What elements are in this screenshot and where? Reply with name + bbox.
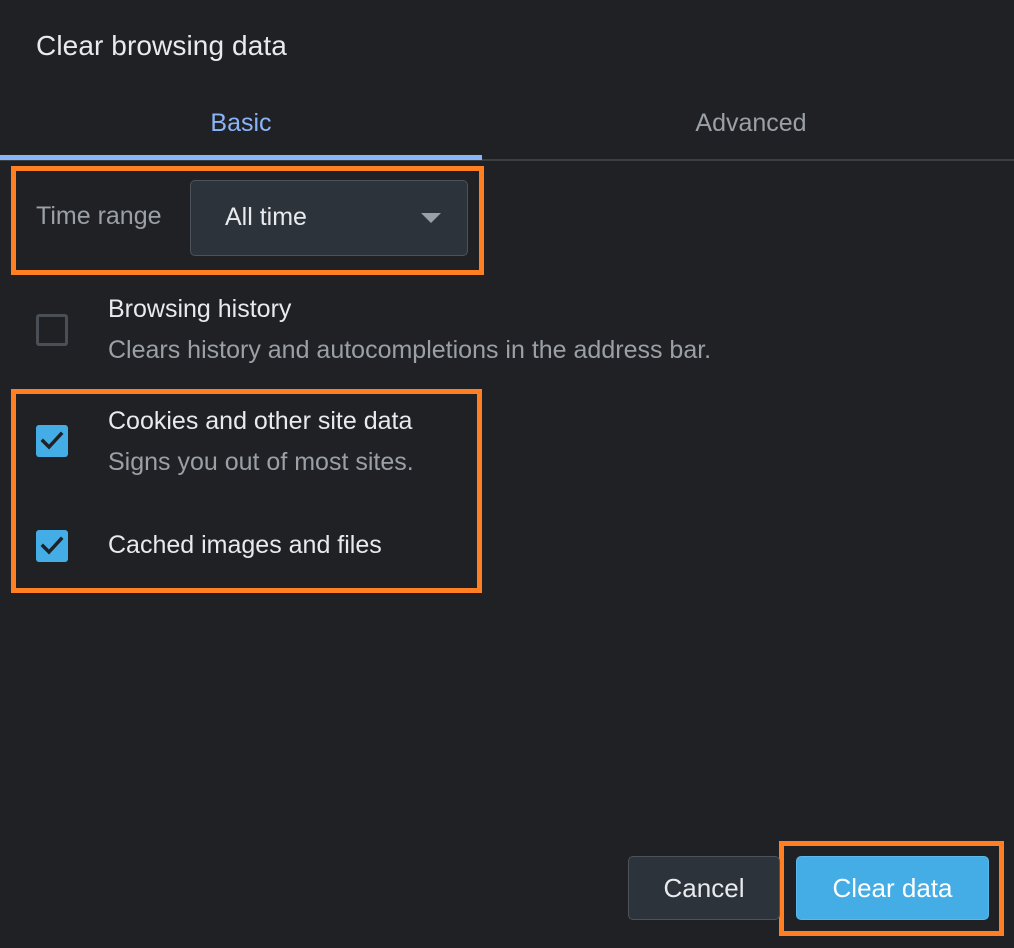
checkmark-icon (40, 431, 64, 450)
cookies-title: Cookies and other site data (108, 407, 413, 435)
cached-images-checkbox[interactable] (36, 530, 68, 562)
dialog-title: Clear browsing data (36, 30, 287, 61)
browsing-history-checkbox[interactable] (36, 314, 68, 346)
browsing-history-title: Browsing history (108, 295, 292, 323)
dropdown-arrow-icon (421, 213, 441, 223)
tab-basic[interactable]: Basic (0, 88, 482, 159)
checkmark-icon (40, 536, 64, 555)
cookies-checkbox[interactable] (36, 425, 68, 457)
clear-data-button[interactable]: Clear data (796, 856, 989, 920)
time-range-label: Time range (36, 202, 162, 230)
cancel-button[interactable]: Cancel (628, 856, 780, 920)
selected-tab-indicator (0, 155, 482, 160)
cookies-description: Signs you out of most sites. (108, 448, 414, 476)
tab-bar: Basic Advanced (0, 88, 1014, 161)
tab-advanced[interactable]: Advanced (496, 88, 1006, 159)
time-range-select[interactable]: All time (190, 180, 468, 256)
cached-images-title: Cached images and files (108, 531, 382, 559)
browsing-history-description: Clears history and autocompletions in th… (108, 336, 712, 364)
time-range-value: All time (225, 203, 307, 231)
